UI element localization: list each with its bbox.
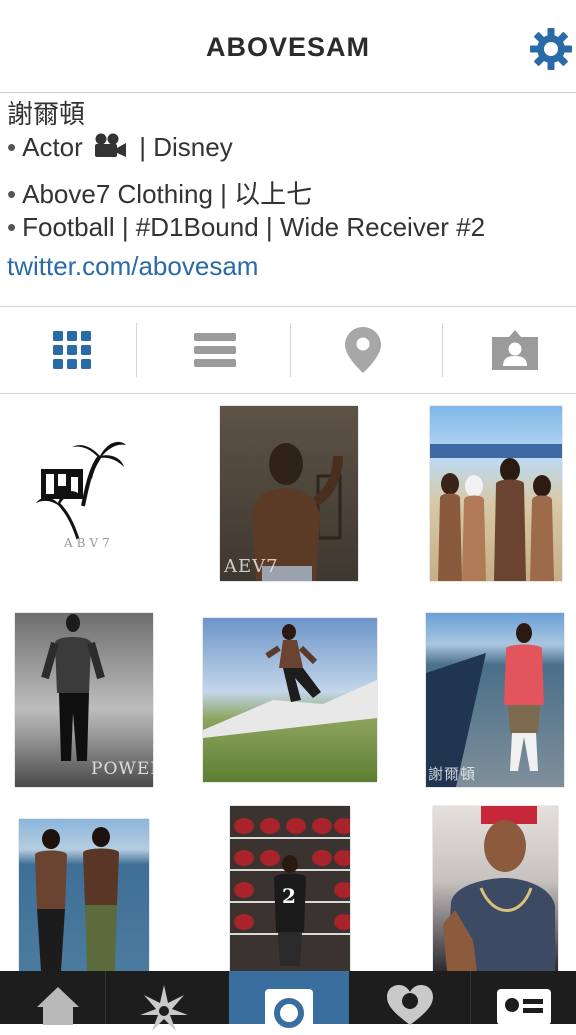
nav-explore[interactable] — [106, 971, 221, 1031]
bottom-navigation — [0, 971, 576, 1035]
jersey-number: 2 — [282, 884, 297, 908]
home-icon — [36, 987, 79, 1025]
tab-tagged-photos[interactable] — [443, 307, 576, 393]
bio-line-clothing: • Above7 Clothing | 以上七 — [7, 174, 312, 211]
profile-header: ABOVESAM — [0, 0, 576, 93]
nav-activity[interactable] — [352, 971, 467, 1025]
bullet: • — [7, 132, 17, 162]
photo-caption: ABV7 — [64, 536, 114, 550]
grid-photo[interactable] — [386, 799, 576, 971]
camera-icon — [265, 989, 313, 1035]
group-photo-icon — [430, 444, 562, 581]
photo-caption: 謝爾頓 — [428, 765, 477, 783]
movie-camera-icon — [95, 133, 127, 157]
two-people-icon — [35, 827, 119, 971]
bio-clothing-text: Above7 Clothing | 以上七 — [22, 179, 313, 209]
photo-grid: ABV7 AEV7 POWE 謝爾頓 2 — [0, 393, 576, 971]
bio-actor-text: Actor — [22, 132, 83, 162]
bio-website-link[interactable]: twitter.com/abovesam — [7, 251, 258, 282]
bullet: • — [7, 212, 17, 242]
photo-image: POWER — [15, 613, 153, 787]
photo-image — [19, 819, 149, 971]
photo-image: 2 — [230, 806, 350, 971]
list-icon — [193, 333, 236, 367]
grid-photo[interactable] — [0, 799, 190, 971]
person-silhouette-icon — [252, 443, 343, 581]
bullet: • — [7, 179, 17, 209]
tab-list-view[interactable] — [143, 307, 286, 393]
location-pin-icon — [344, 327, 381, 373]
photo-image — [430, 406, 562, 581]
bio-football-text: Football | #D1Bound | Wide Receiver #2 — [22, 212, 486, 242]
grid-photo[interactable]: AEV7 — [193, 393, 383, 593]
tab-map-view[interactable] — [291, 307, 434, 393]
nav-camera[interactable] — [229, 971, 349, 1035]
grid-photo[interactable]: 謝爾頓 — [386, 596, 576, 796]
grid-photo[interactable] — [386, 393, 576, 593]
photo-image — [433, 806, 558, 971]
grid-photo[interactable]: POWER — [0, 596, 190, 796]
gear-icon[interactable] — [528, 26, 574, 72]
photo-image: ABV7 — [28, 421, 138, 561]
tagged-person-icon — [491, 330, 538, 370]
person-selfie-icon — [443, 806, 555, 971]
nav-profile[interactable] — [471, 971, 576, 1025]
photo-caption: POWER — [91, 759, 153, 779]
person-standing-icon — [426, 623, 544, 787]
username-title: ABOVESAM — [205, 32, 370, 62]
grid-photo[interactable] — [193, 596, 383, 796]
tab-grid-view[interactable] — [0, 307, 143, 393]
photo-caption: AEV7 — [224, 556, 279, 577]
nav-home[interactable] — [0, 971, 115, 1025]
display-name: 謝爾頓 — [7, 99, 86, 129]
grid-photo[interactable]: ABV7 — [0, 393, 190, 593]
bio-line-actor: • Actor | Disney — [7, 132, 233, 163]
explore-star-icon — [139, 985, 188, 1031]
photo-image: 謝爾頓 — [426, 613, 564, 787]
heart-icon — [386, 985, 433, 1025]
person-jumping-icon — [203, 624, 377, 738]
photo-image: AEV7 — [220, 406, 358, 581]
grid-photo[interactable]: 2 — [193, 799, 383, 971]
photo-image — [203, 618, 377, 782]
profile-view-tabs — [0, 306, 576, 394]
profile-card-icon — [496, 989, 551, 1025]
bio-line-football: • Football | #D1Bound | Wide Receiver #2 — [7, 212, 485, 243]
tab-divider — [136, 323, 137, 377]
bio-disney-text: | Disney — [139, 132, 233, 162]
grid-icon — [52, 331, 91, 369]
